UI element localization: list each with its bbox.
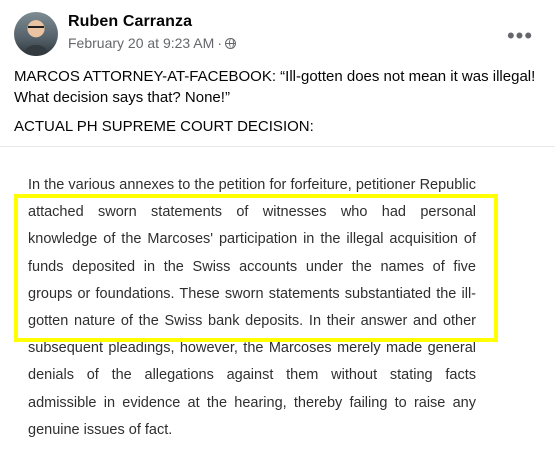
author-name[interactable]: Ruben Carranza bbox=[68, 13, 192, 31]
highlight-box bbox=[14, 194, 498, 342]
divider bbox=[0, 146, 555, 147]
post-meta: February 20 at 9:23 AM · bbox=[68, 35, 236, 51]
avatar[interactable] bbox=[14, 12, 58, 56]
post-header: Ruben Carranza February 20 at 9:23 AM · … bbox=[14, 12, 545, 58]
globe-icon[interactable] bbox=[224, 37, 236, 49]
post-text: MARCOS ATTORNEY-AT-FACEBOOK: “Ill-gotten… bbox=[14, 66, 541, 137]
post-timestamp[interactable]: February 20 at 9:23 AM bbox=[68, 35, 214, 51]
post-text-line-2: ACTUAL PH SUPREME COURT DECISION: bbox=[14, 118, 314, 135]
meta-separator: · bbox=[217, 35, 222, 51]
post-text-line-1: MARCOS ATTORNEY-AT-FACEBOOK: “Ill-gotten… bbox=[14, 68, 536, 106]
more-options-icon[interactable]: ••• bbox=[505, 21, 535, 51]
avatar-glasses bbox=[28, 26, 44, 32]
avatar-shirt bbox=[23, 45, 49, 56]
